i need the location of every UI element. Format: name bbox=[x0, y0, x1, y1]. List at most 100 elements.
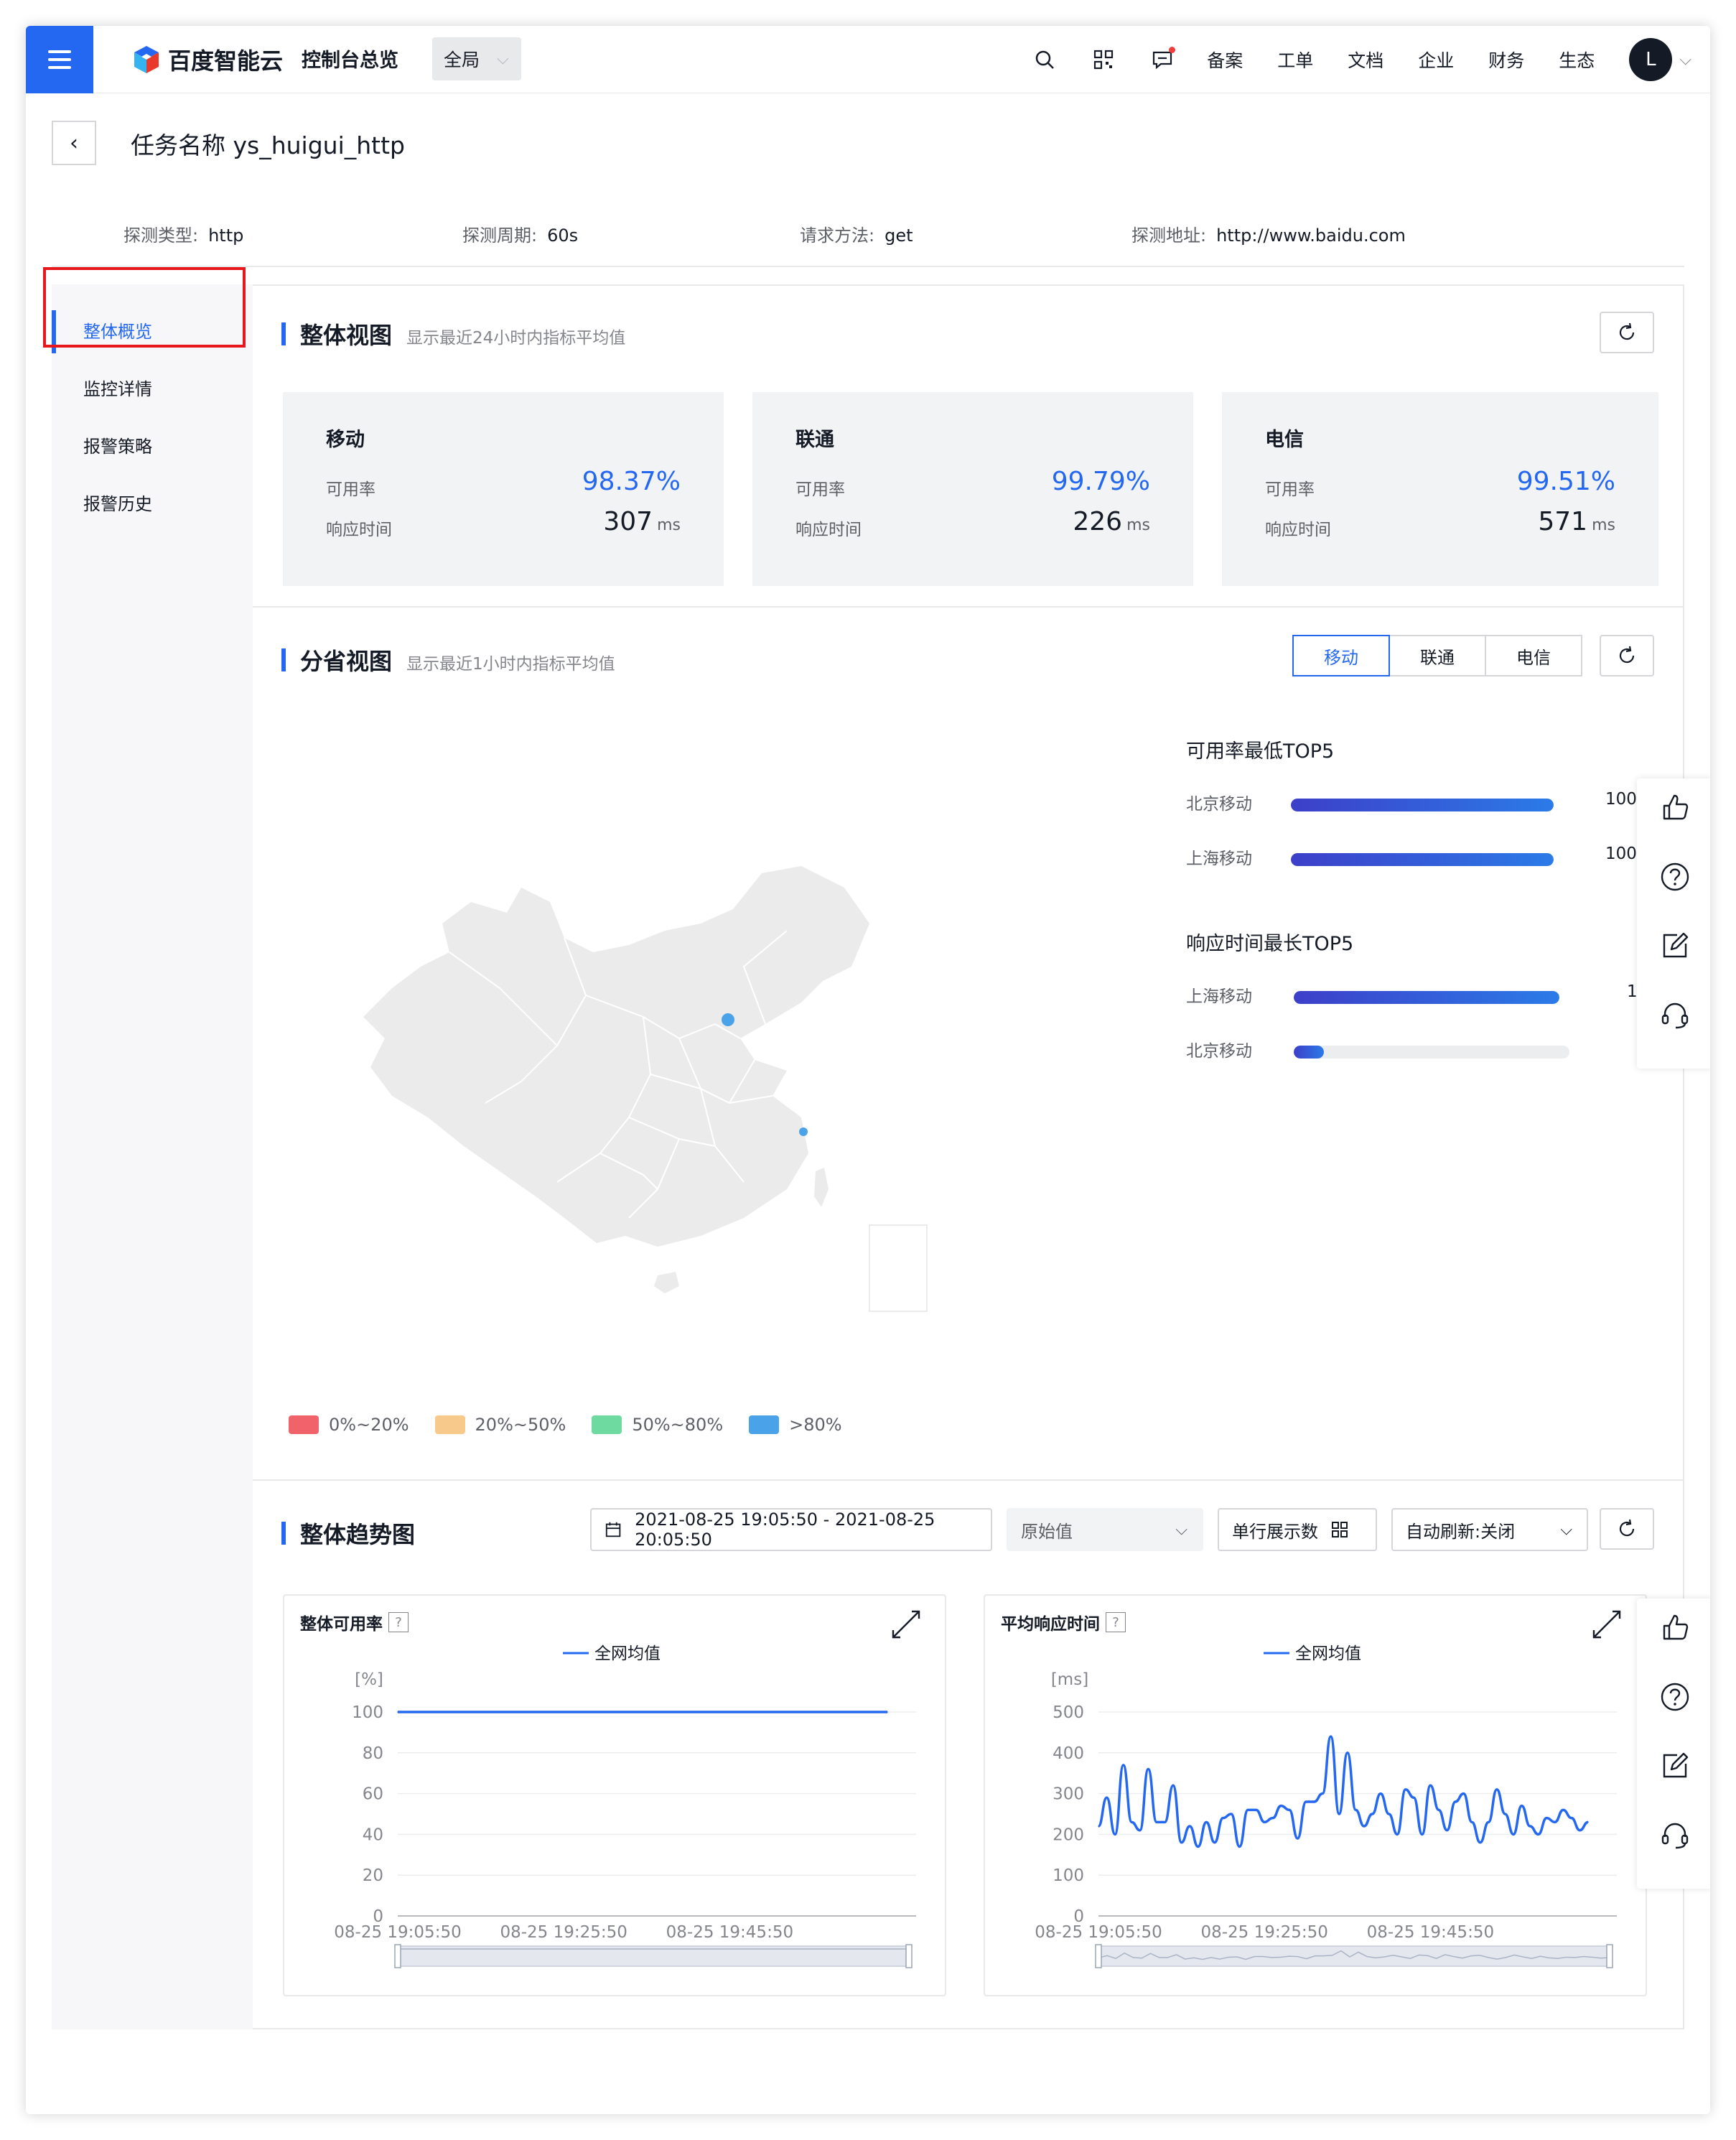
x-tick-label: 08-25 19:05:50 bbox=[334, 1923, 461, 1942]
message-icon[interactable] bbox=[1148, 45, 1177, 74]
response-unit: ms bbox=[1592, 516, 1615, 534]
hamburger-menu-button[interactable] bbox=[26, 26, 93, 93]
response-value: 307 ms bbox=[603, 507, 681, 536]
map-beijing-marker[interactable] bbox=[722, 1013, 734, 1026]
auto-refresh-select[interactable]: 自动刷新:关闭 ⌵ bbox=[1391, 1508, 1588, 1551]
data-point bbox=[421, 1711, 424, 1713]
nav-link-finance[interactable]: 财务 bbox=[1488, 47, 1524, 73]
nav-link-docs[interactable]: 文档 bbox=[1348, 47, 1383, 73]
response-top5-row: 北京移动 19ms bbox=[1186, 1033, 1663, 1061]
response-bar-fill bbox=[1294, 991, 1559, 1004]
data-point bbox=[463, 1711, 465, 1713]
availability-chart-card: 整体可用率? 全网均值 [%] 0 20 40 60 80 100 08-25 19:05:50… bbox=[283, 1594, 946, 1996]
value-type-select[interactable]: 原始值 ⌵ bbox=[1007, 1508, 1203, 1551]
response-top5-row: 上海移动 167ms bbox=[1186, 978, 1663, 1007]
top-nav-bar: 百度智能云 控制台总览 全局 ⌵ 备案 工单 文档 企业 财务 生态 L ⌵ bbox=[26, 26, 1710, 93]
response-number: 571 bbox=[1538, 507, 1588, 536]
side-nav: 整体概览 监控详情 报警策略 报警历史 bbox=[52, 284, 253, 2029]
data-point bbox=[1264, 1821, 1265, 1823]
expand-icon bbox=[1592, 1610, 1621, 1639]
data-point bbox=[612, 1711, 615, 1713]
legend-item[interactable]: 20%~50% bbox=[434, 1415, 566, 1435]
qr-code-icon[interactable] bbox=[1089, 45, 1118, 74]
grid-icon bbox=[1332, 1522, 1348, 1537]
data-point bbox=[754, 1711, 755, 1713]
china-province-map[interactable] bbox=[342, 845, 959, 1318]
nav-link-enterprise[interactable]: 企业 bbox=[1418, 47, 1454, 73]
x-tick-label: 08-25 19:25:50 bbox=[500, 1923, 627, 1942]
data-point bbox=[414, 1711, 415, 1713]
legend-item[interactable]: 0%~20% bbox=[289, 1415, 409, 1435]
data-point bbox=[455, 1711, 457, 1713]
refresh-icon bbox=[1619, 1519, 1635, 1537]
support-icon[interactable] bbox=[1658, 1818, 1691, 1851]
auto-refresh-value: 自动刷新:关闭 bbox=[1406, 1521, 1516, 1542]
data-point bbox=[1205, 1821, 1208, 1823]
data-point bbox=[1147, 1768, 1149, 1770]
per-row-count-button[interactable]: 单行展示数 bbox=[1218, 1508, 1377, 1551]
data-point bbox=[447, 1711, 449, 1713]
help-icon[interactable] bbox=[1658, 860, 1691, 893]
data-point bbox=[1322, 1792, 1323, 1795]
trend-section-title: 整体趋势图 bbox=[281, 1517, 415, 1550]
y-tick-label: 300 bbox=[1053, 1785, 1084, 1804]
map-shanghai-marker[interactable] bbox=[799, 1127, 808, 1136]
refresh-button[interactable] bbox=[1600, 312, 1654, 353]
map-taiwan-shape bbox=[814, 1168, 829, 1207]
legend-item[interactable]: >80% bbox=[749, 1415, 842, 1435]
legend-swatch bbox=[749, 1415, 780, 1434]
data-point bbox=[812, 1711, 813, 1713]
map-hainan-shape bbox=[654, 1272, 679, 1293]
scope-select[interactable]: 全局 ⌵ bbox=[432, 37, 521, 80]
chevron-down-icon: ⌵ bbox=[1175, 1520, 1187, 1539]
support-icon[interactable] bbox=[1658, 998, 1691, 1031]
feedback-icon[interactable] bbox=[1658, 1749, 1691, 1782]
data-point bbox=[1231, 1813, 1232, 1815]
tab-telecom[interactable]: 电信 bbox=[1485, 635, 1582, 676]
data-point bbox=[1156, 1821, 1157, 1823]
search-icon[interactable] bbox=[1030, 45, 1059, 74]
refresh-button[interactable] bbox=[1600, 635, 1654, 676]
data-point bbox=[1271, 1817, 1274, 1819]
data-point bbox=[704, 1711, 706, 1713]
availability-line-chart[interactable]: 全网均值[%]02040608010008-25 19:05:50 08-25 1… bbox=[284, 1596, 948, 1998]
side-nav-item-alarm-policy[interactable]: 报警策略 bbox=[52, 425, 253, 468]
isp-tab-group: 移动 联通 电信 bbox=[1292, 635, 1582, 676]
back-button[interactable]: ‹ bbox=[52, 121, 96, 165]
side-nav-item-monitor-detail[interactable]: 监控详情 bbox=[52, 368, 253, 411]
thumb-up-icon[interactable] bbox=[1658, 1611, 1691, 1644]
data-point bbox=[712, 1711, 714, 1713]
tab-mobile[interactable]: 移动 bbox=[1292, 635, 1390, 676]
brand-logo[interactable]: 百度智能云 bbox=[131, 43, 283, 76]
console-overview-link[interactable]: 控制台总览 bbox=[302, 45, 398, 73]
side-nav-item-alarm-history[interactable]: 报警历史 bbox=[52, 483, 253, 526]
data-point bbox=[546, 1711, 548, 1713]
data-point bbox=[538, 1711, 540, 1713]
data-point bbox=[729, 1711, 731, 1713]
data-point bbox=[605, 1711, 606, 1713]
chevron-down-icon[interactable]: ⌵ bbox=[1679, 51, 1691, 69]
nav-link-filing[interactable]: 备案 bbox=[1207, 47, 1243, 73]
nav-link-ticket[interactable]: 工单 bbox=[1277, 47, 1313, 73]
date-range-picker[interactable]: 2021-08-25 19:05:50 - 2021-08-25 20:05:5… bbox=[590, 1508, 992, 1551]
x-tick-label: 08-25 19:05:50 bbox=[1035, 1923, 1162, 1942]
refresh-button[interactable] bbox=[1600, 1508, 1654, 1550]
thumb-up-icon[interactable] bbox=[1658, 791, 1691, 824]
user-avatar[interactable]: L bbox=[1629, 38, 1673, 81]
data-point bbox=[663, 1711, 664, 1713]
meta-value: 60s bbox=[547, 225, 579, 246]
legend-swatch bbox=[592, 1415, 622, 1434]
meta-probe-url: 探测地址: http://www.baidu.com bbox=[1131, 221, 1406, 246]
nav-link-ecosystem[interactable]: 生态 bbox=[1559, 47, 1595, 73]
tab-unicom[interactable]: 联通 bbox=[1389, 635, 1486, 676]
response-time-line-chart[interactable]: 全网均值[ms]010020030040050008-25 19:05:50 08… bbox=[985, 1596, 1648, 1998]
help-icon[interactable] bbox=[1658, 1680, 1691, 1713]
value-type-value: 原始值 bbox=[1021, 1521, 1073, 1542]
isp-card-unicom: 联通 可用率 响应时间 99.79% 226 ms bbox=[752, 392, 1193, 586]
legend-item[interactable]: 50%~80% bbox=[592, 1415, 723, 1435]
data-point bbox=[638, 1711, 640, 1713]
availability-value: 98.37% bbox=[582, 467, 681, 496]
meta-request-method: 请求方法: get bbox=[800, 221, 913, 246]
legend-label: 50%~80% bbox=[632, 1415, 724, 1435]
feedback-icon[interactable] bbox=[1658, 929, 1691, 962]
